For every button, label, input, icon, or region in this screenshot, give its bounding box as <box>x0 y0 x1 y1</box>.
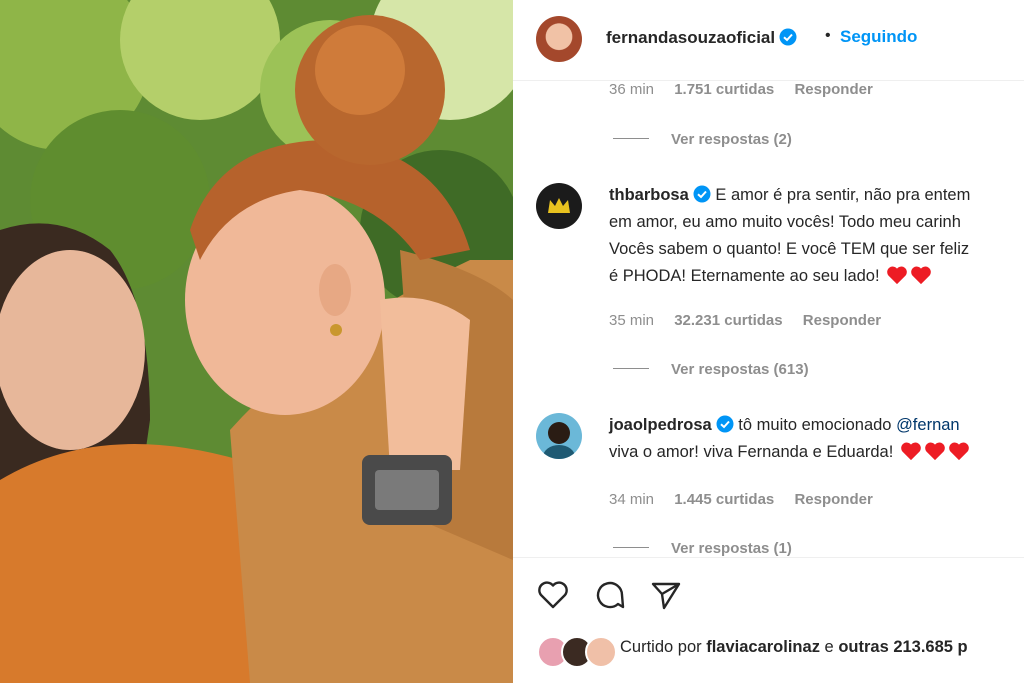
view-replies-button[interactable]: Ver respostas (1) <box>613 540 792 557</box>
reply-button[interactable]: Responder <box>794 81 872 98</box>
comment-likes[interactable]: 1.751 curtidas <box>674 81 774 98</box>
comment-text-line: E amor é pra sentir, não pra entem <box>715 186 971 204</box>
view-replies-label[interactable]: Ver respostas (613) <box>671 361 809 378</box>
liked-middle: e <box>819 638 839 656</box>
verified-badge-icon <box>779 28 797 46</box>
comment-meta: 36 min 1.751 curtidas Responder <box>609 81 889 98</box>
comment-text-line: é PHODA! Eternamente ao seu lado! <box>609 267 880 285</box>
view-replies-label[interactable]: Ver respostas (1) <box>671 540 792 557</box>
replies-line <box>613 547 649 548</box>
crown-logo-icon <box>548 198 570 213</box>
person-photo-icon <box>543 422 575 459</box>
liked-by-user[interactable]: flaviacarolinaz <box>706 638 820 656</box>
comment-time[interactable]: 34 min <box>609 491 654 508</box>
post-header: fernandasouzaoficial • Seguindo <box>513 0 1024 81</box>
comment-text-line: Vocês sabem o quanto! E você TEM que ser… <box>609 240 970 258</box>
comment-text-line: em amor, eu amo muito vocês! Todo meu ca… <box>609 213 961 231</box>
author-avatar[interactable] <box>536 16 582 62</box>
share-icon[interactable] <box>649 578 683 612</box>
commenter-username[interactable]: joaolpedrosa <box>609 416 712 434</box>
comment-time[interactable]: 35 min <box>609 312 654 329</box>
mention-link[interactable]: @fernan <box>896 416 960 434</box>
comment-meta: 34 min 1.445 curtidas Responder <box>609 491 889 508</box>
comment-icon[interactable] <box>593 578 627 612</box>
author-username-wrap[interactable]: fernandasouzaoficial <box>606 28 797 48</box>
comment-text: tô muito emocionado <box>738 416 897 434</box>
red-heart-emoji-icon <box>911 266 931 285</box>
liked-others[interactable]: outras 213.685 p <box>838 638 967 656</box>
liked-prefix: Curtido por <box>620 638 707 656</box>
following-button[interactable]: Seguindo <box>840 27 917 47</box>
commenter-avatar-thbarbosa[interactable] <box>536 183 582 229</box>
author-username[interactable]: fernandasouzaoficial <box>606 28 775 47</box>
comment-text-line: viva o amor! viva Fernanda e Eduarda! <box>609 443 894 461</box>
comment-likes[interactable]: 32.231 curtidas <box>674 312 782 329</box>
red-heart-emoji-icon <box>901 442 921 461</box>
comment-meta: 35 min 32.231 curtidas Responder <box>609 312 897 329</box>
liked-by-text: Curtido por flaviacarolinaz e outras 213… <box>620 638 968 657</box>
post-photo <box>0 0 513 683</box>
red-heart-emoji-icon <box>925 442 945 461</box>
reply-button[interactable]: Responder <box>794 491 872 508</box>
liker-avatar[interactable] <box>585 636 617 668</box>
photo-illustration <box>0 0 513 683</box>
verified-badge-icon <box>716 415 734 433</box>
view-replies-label[interactable]: Ver respostas (2) <box>671 131 792 148</box>
separator-dot: • <box>825 27 831 44</box>
view-replies-button[interactable]: Ver respostas (2) <box>613 131 792 148</box>
commenter-username[interactable]: thbarbosa <box>609 186 689 204</box>
reply-button[interactable]: Responder <box>803 312 881 329</box>
replies-line <box>613 138 649 139</box>
comments-panel: fernandasouzaoficial • Seguindo 36 min 1… <box>513 0 1024 683</box>
view-replies-button[interactable]: Ver respostas (613) <box>613 361 809 378</box>
heart-icon[interactable] <box>536 578 570 612</box>
verified-badge-icon <box>693 185 711 203</box>
comment-joaolpedrosa: joaolpedrosa tô muito emocionado @fernan… <box>609 412 1024 466</box>
red-heart-emoji-icon <box>949 442 969 461</box>
commenter-avatar-joaolpedrosa[interactable] <box>536 413 582 459</box>
action-bar: Curtido por flaviacarolinaz e outras 213… <box>513 557 1024 683</box>
comment-thbarbosa: thbarbosa E amor é pra sentir, não pra e… <box>609 182 1024 290</box>
red-heart-emoji-icon <box>887 266 907 285</box>
comment-time[interactable]: 36 min <box>609 81 654 98</box>
comment-likes[interactable]: 1.445 curtidas <box>674 491 774 508</box>
replies-line <box>613 368 649 369</box>
